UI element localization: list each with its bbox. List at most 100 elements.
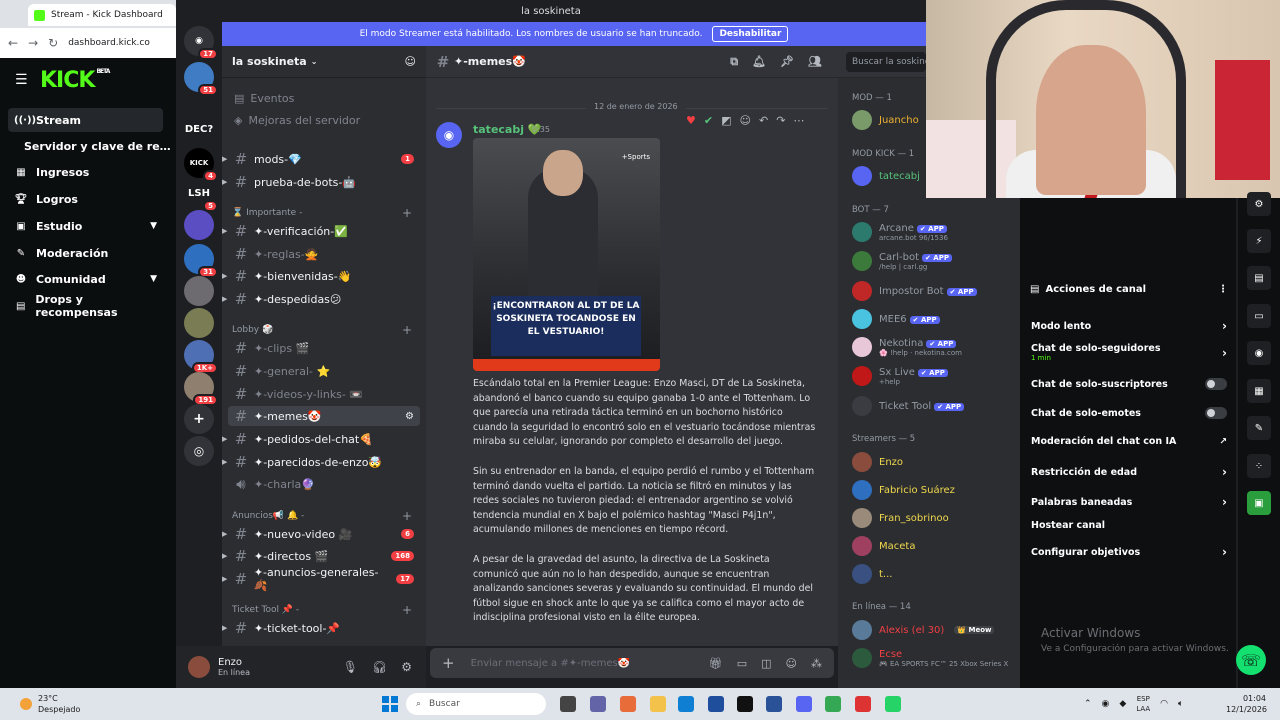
tiktok-icon[interactable] xyxy=(737,696,753,712)
bolt-icon[interactable]: ⚡ xyxy=(1247,229,1271,253)
threads-icon[interactable]: ⧉ xyxy=(730,55,738,69)
channel-item[interactable]: ▶ # ✦-ticket-tool-📌 xyxy=(222,618,420,638)
add-channel-icon[interactable]: + xyxy=(402,206,412,220)
channel-item[interactable]: ▶ # ✦-directos 🎬 168 xyxy=(222,546,420,566)
mod-icon[interactable]: ⚙ xyxy=(1247,192,1271,216)
message-composer[interactable]: + Enviar mensaje a #✦-memes🤡 🎁︎ ▭ ◫ ☺ ⁂ xyxy=(430,648,834,678)
channel-item[interactable]: ▶ # ✦-anuncios-generales-🍂 17 xyxy=(222,566,420,592)
nav-comunidad[interactable]: ☻ Comunidad ▼ xyxy=(8,267,163,291)
channel-item[interactable]: ▶ # ✦-pedidos-del-chat🍕 xyxy=(222,429,420,449)
channel-item[interactable]: ▶ # ✦-bienvenidas-👋 xyxy=(222,266,420,286)
nav-stream[interactable]: ((·)) Stream xyxy=(8,108,163,132)
app-tray-icon[interactable]: ◆ xyxy=(1119,699,1126,709)
microphone-icon[interactable]: 🎙︎ xyxy=(343,660,358,674)
channel-item[interactable]: ▶ # ✦-despedidas😕 xyxy=(222,289,420,309)
add-attachment-icon[interactable]: + xyxy=(442,654,455,672)
member-item[interactable]: Enzo xyxy=(852,452,1022,472)
add-channel-icon[interactable]: + xyxy=(402,323,412,337)
server-icon[interactable]: LSH 5 xyxy=(184,178,218,212)
server-icon[interactable]: DEC? xyxy=(184,114,214,144)
document-icon[interactable]: ▤ xyxy=(1247,266,1271,290)
taskbar-search[interactable]: ⌕ Buscar xyxy=(406,693,546,715)
broadcast-icon[interactable]: ◉ xyxy=(1247,341,1271,365)
invite-icon[interactable]: ☺ xyxy=(405,55,416,68)
emoji-reaction-icon[interactable]: ◩ xyxy=(721,114,731,127)
check-icon[interactable]: ✔ xyxy=(704,114,713,127)
gift-icon[interactable]: 🎁︎ xyxy=(709,657,723,670)
more-icon[interactable]: ⋮ xyxy=(1218,284,1228,295)
taskview-icon[interactable] xyxy=(560,696,576,712)
nav-estudio[interactable]: ▣ Estudio ▼ xyxy=(8,214,163,238)
option-host-channel[interactable]: Hostear canal xyxy=(1031,520,1227,531)
gif-icon[interactable]: ▭ xyxy=(737,657,747,670)
message-image[interactable]: +Sports ¡ENCONTRARON AL DT DE LA SOSKINE… xyxy=(473,138,660,371)
disable-streamer-button[interactable]: Deshabilitar xyxy=(712,26,789,42)
app-icon[interactable] xyxy=(766,696,782,712)
channel-item[interactable]: # ✦-reglas-🙅 xyxy=(228,244,420,264)
option-banned-words[interactable]: Palabras baneadas › xyxy=(1031,495,1227,509)
channel-item[interactable]: # ✦-clips 🎬 xyxy=(228,338,420,358)
search-input[interactable]: Buscar la soskineta xyxy=(846,52,926,72)
server-icon[interactable]: 191 xyxy=(184,372,218,406)
option-slow-mode[interactable]: Modo lento › xyxy=(1031,319,1227,333)
copilot-icon[interactable] xyxy=(620,696,636,712)
back-icon[interactable]: ← xyxy=(8,36,18,50)
more-icon[interactable]: ⋯ xyxy=(793,114,804,127)
kick-logo[interactable]: KICK BETA xyxy=(40,68,110,93)
server-icon[interactable]: 1K+ xyxy=(184,340,218,374)
chrome-icon[interactable] xyxy=(825,696,841,712)
option-emotes-only[interactable]: Chat de solo-emotes xyxy=(1031,407,1227,419)
chat-icon[interactable]: ▭ xyxy=(1247,304,1271,328)
member-item[interactable]: Ecse 🎮 EA SPORTS FC™ 25 Xbox Series X xyxy=(852,648,1022,668)
option-followers-only[interactable]: Chat de solo-seguidores 1 min › xyxy=(1031,343,1227,362)
weather-widget[interactable]: 23°C Despejado xyxy=(20,693,80,715)
channel-item[interactable]: ▶ # ✦-verificación-✅ xyxy=(222,221,420,241)
add-channel-icon[interactable]: + xyxy=(402,603,412,617)
server-icon[interactable] xyxy=(184,210,214,240)
address-bar[interactable]: dashboard.kick.co xyxy=(68,38,150,48)
chevron-up-icon[interactable]: ⌃ xyxy=(1084,699,1092,709)
reply-icon[interactable]: ↶ xyxy=(759,114,768,127)
sticker-icon[interactable]: ◫ xyxy=(761,657,771,670)
server-icon[interactable]: KICK 4 xyxy=(184,148,218,182)
channel-mods[interactable]: ▶ # mods-💎 1 xyxy=(222,149,420,169)
store-icon[interactable] xyxy=(708,696,724,712)
member-item[interactable]: Maceta xyxy=(852,536,1022,556)
channel-item[interactable]: ▶ # ✦-nuevo-video 🎥 6 xyxy=(222,524,420,544)
forward-icon[interactable]: → xyxy=(28,36,38,50)
member-item[interactable]: Arcane ✔ APP arcane.bot 96/1536 xyxy=(852,222,1022,242)
category-ticket-tool[interactable]: Ticket Tool 📌 - + xyxy=(232,603,412,617)
volume-icon[interactable]: 🔈︎ xyxy=(1178,699,1183,709)
emoji-icon[interactable]: ☺ xyxy=(786,657,797,670)
member-item[interactable]: MEE6 ✔ APP xyxy=(852,309,1022,329)
help-chat-icon[interactable]: ☏ xyxy=(1236,645,1266,675)
toggle-switch[interactable] xyxy=(1205,378,1227,390)
clock[interactable]: 01:04 12/1/2026 xyxy=(1226,693,1267,715)
pin-icon[interactable]: 📌︎ xyxy=(780,55,794,69)
settings-icon[interactable]: ⚙ xyxy=(405,411,414,422)
server-header[interactable]: la soskineta ⌄ ☺ xyxy=(222,46,426,78)
message-avatar[interactable]: ◉ xyxy=(436,122,462,148)
apps-icon[interactable]: ⁂ xyxy=(811,657,822,670)
member-item[interactable]: Fran_sobrinoo xyxy=(852,508,1022,528)
explore-icon[interactable]: ◎ xyxy=(184,436,214,466)
toggle-switch[interactable] xyxy=(1205,407,1227,419)
channel-item[interactable]: # ✦-videos-y-links- 📼 xyxy=(228,384,420,404)
boosts-item[interactable]: ◈ Mejoras del servidor xyxy=(228,110,420,130)
wifi-icon[interactable]: ◠ xyxy=(1160,699,1168,709)
nav-server-key[interactable]: Servidor y clave de retransm xyxy=(18,134,173,158)
message-input[interactable]: Enviar mensaje a #✦-memes🤡 xyxy=(471,658,631,669)
member-item[interactable]: Impostor Bot ✔ APP xyxy=(852,281,1022,301)
app-icon[interactable] xyxy=(855,696,871,712)
layout-icon[interactable]: ▦ xyxy=(1247,379,1271,403)
hamburger-menu-icon[interactable]: ☰ xyxy=(15,72,28,88)
dots-icon[interactable]: ⁘ xyxy=(1247,454,1271,478)
edge-icon[interactable] xyxy=(678,696,694,712)
member-item[interactable]: Alexis (el 30) 👑 Meow xyxy=(852,620,1022,640)
explorer-icon[interactable] xyxy=(650,696,666,712)
voice-channel-item[interactable]: 🔊︎ ✦-charla🔮 xyxy=(228,474,420,494)
option-ai-moderation[interactable]: Moderación del chat con IA ↗ xyxy=(1031,436,1227,447)
headphones-icon[interactable]: 🎧︎ xyxy=(372,660,387,674)
nav-ingresos[interactable]: ▦ Ingresos xyxy=(8,160,163,184)
server-icon[interactable]: 51 xyxy=(184,62,218,96)
